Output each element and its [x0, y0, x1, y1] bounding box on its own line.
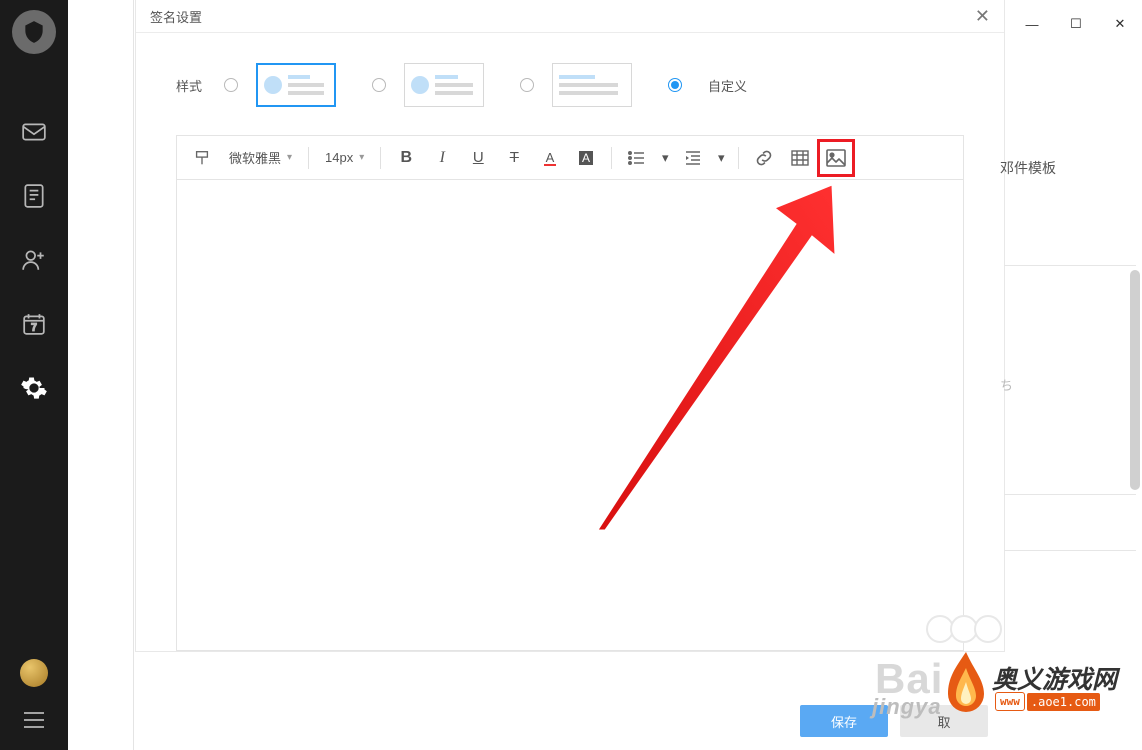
- editor: 微软雅黑 ▾ 14px ▾ B I U T A A ▾: [176, 135, 964, 651]
- indent-dropdown[interactable]: ▾: [714, 143, 728, 173]
- minimize-button[interactable]: —: [1010, 0, 1054, 48]
- svg-text:A: A: [582, 151, 590, 165]
- scrollbar-thumb[interactable]: [1130, 270, 1140, 490]
- custom-label: 自定义: [708, 76, 747, 95]
- app-sidebar: 7: [0, 0, 68, 750]
- svg-text:A: A: [546, 150, 555, 165]
- font-size-value: 14px: [325, 150, 353, 165]
- style-thumb-3[interactable]: [552, 63, 632, 107]
- insert-image-button[interactable]: [821, 143, 851, 173]
- dialog-close-button[interactable]: ✕: [975, 6, 990, 27]
- settings-icon[interactable]: [0, 356, 68, 420]
- note-icon[interactable]: [0, 164, 68, 228]
- link-button[interactable]: [749, 143, 779, 173]
- logo-url: www .aoe1.com: [995, 692, 1100, 711]
- underline-button[interactable]: U: [463, 143, 493, 173]
- list-button[interactable]: [622, 143, 652, 173]
- mail-icon[interactable]: [0, 100, 68, 164]
- svg-text:7: 7: [31, 323, 36, 334]
- font-family-value: 微软雅黑: [229, 148, 281, 167]
- italic-button[interactable]: I: [427, 143, 457, 173]
- right-text-fragment: ち: [1000, 375, 1013, 394]
- avatar[interactable]: [12, 10, 56, 54]
- logo-url-text: .aoe1.com: [1027, 693, 1100, 711]
- style-radio-2[interactable]: [372, 78, 386, 92]
- vertical-divider: [133, 0, 134, 750]
- style-radio-custom[interactable]: [668, 78, 682, 92]
- style-label: 样式: [176, 76, 202, 95]
- template-label[interactable]: 邓件模板: [1000, 158, 1056, 178]
- strikethrough-button[interactable]: T: [499, 143, 529, 173]
- logo-flame-icon: [940, 650, 992, 720]
- contact-icon[interactable]: [0, 228, 68, 292]
- watermark-text-2: jingya: [872, 694, 942, 720]
- hamburger-icon[interactable]: [22, 711, 46, 732]
- style-radio-3[interactable]: [520, 78, 534, 92]
- bold-button[interactable]: B: [391, 143, 421, 173]
- style-radio-1[interactable]: [224, 78, 238, 92]
- window-controls: — ☐ ✕: [1010, 0, 1142, 48]
- chevron-down-icon: ▾: [287, 152, 292, 163]
- style-row: 样式 自定: [136, 33, 1004, 135]
- list-dropdown[interactable]: ▾: [658, 143, 672, 173]
- format-painter-icon[interactable]: [187, 143, 217, 173]
- maximize-button[interactable]: ☐: [1054, 0, 1098, 48]
- divider: [1004, 265, 1136, 266]
- dialog-title: 签名设置: [150, 7, 202, 26]
- logo-title: 奥义游戏网: [992, 660, 1117, 696]
- divider: [1004, 494, 1136, 495]
- logo-url-prefix: www: [995, 692, 1025, 711]
- dialog-header: 签名设置 ✕: [136, 0, 1004, 33]
- watermark-paw-icon: [930, 615, 1002, 643]
- chevron-down-icon: ▾: [359, 152, 364, 163]
- font-family-select[interactable]: 微软雅黑 ▾: [223, 143, 298, 173]
- style-thumb-2[interactable]: [404, 63, 484, 107]
- table-button[interactable]: [785, 143, 815, 173]
- coin-icon[interactable]: [20, 659, 48, 687]
- signature-settings-dialog: 签名设置 ✕ 样式: [135, 0, 1005, 652]
- divider: [1004, 550, 1136, 551]
- indent-button[interactable]: [678, 143, 708, 173]
- font-color-button[interactable]: A: [535, 143, 565, 173]
- calendar-icon[interactable]: 7: [0, 292, 68, 356]
- highlight-button[interactable]: A: [571, 143, 601, 173]
- editor-toolbar: 微软雅黑 ▾ 14px ▾ B I U T A A ▾: [177, 136, 963, 180]
- style-thumb-1[interactable]: [256, 63, 336, 107]
- close-button[interactable]: ✕: [1098, 0, 1142, 48]
- font-size-select[interactable]: 14px ▾: [319, 143, 370, 173]
- editor-textarea[interactable]: [177, 180, 963, 650]
